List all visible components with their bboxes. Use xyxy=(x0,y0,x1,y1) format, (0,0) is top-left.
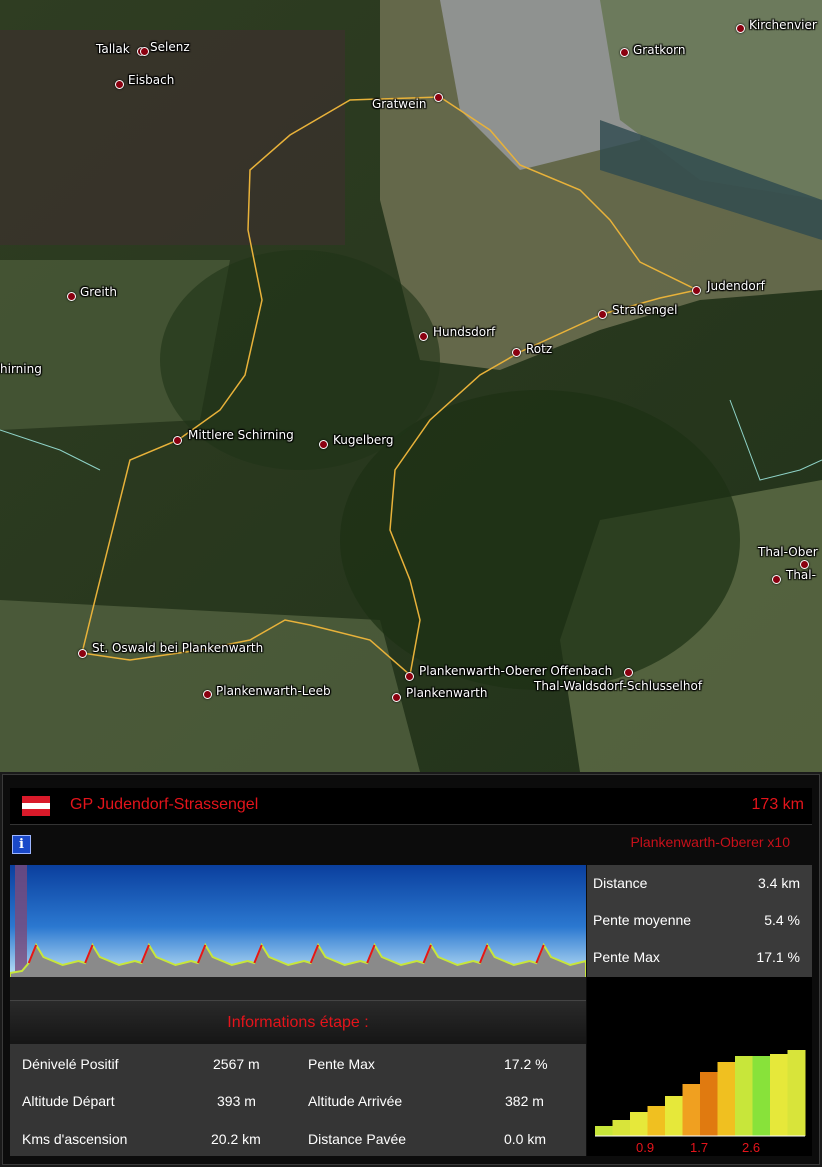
info-value: 2567 m xyxy=(213,1056,260,1072)
map-imagery xyxy=(0,0,822,772)
mini-profile-bar xyxy=(647,1106,666,1136)
climb-mini-profile: 0.9 1.7 2.6 xyxy=(587,977,812,1156)
info-label: Altitude Départ xyxy=(22,1093,115,1109)
title-bar: GP Judendorf-Strassengel 173 km xyxy=(10,788,812,825)
place-label-plankenwarth-oberer-offenbach[interactable]: Plankenwarth-Oberer Offenbach xyxy=(419,664,612,678)
info-value: 393 m xyxy=(217,1093,256,1109)
stat-pente-max: Pente Max 17.1 % xyxy=(587,939,812,976)
place-label-plankenwarth[interactable]: Plankenwarth xyxy=(406,686,487,700)
mini-profile-bar xyxy=(612,1120,631,1136)
place-label-schirning[interactable]: hirning xyxy=(0,362,42,376)
place-dot[interactable] xyxy=(620,48,629,57)
place-dot[interactable] xyxy=(203,690,212,699)
climb-stats: Distance 3.4 km Pente moyenne 5.4 % Pent… xyxy=(587,865,812,977)
place-label-thal-waldsdorf[interactable]: Thal-Waldsdorf-Schlusselhof xyxy=(534,679,702,693)
info-label: Altitude Arrivée xyxy=(308,1093,403,1109)
stage-info-title: Informations étape : xyxy=(227,1014,369,1031)
stat-value: 5.4 % xyxy=(764,912,800,928)
place-label-rotz[interactable]: Rotz xyxy=(526,342,552,356)
place-dot[interactable] xyxy=(392,693,401,702)
mini-tick-label: 1.7 xyxy=(690,1140,709,1155)
climb-name: Plankenwarth-Oberer x10 xyxy=(630,834,790,850)
stage-profile xyxy=(9,865,587,1000)
info-value: 17.2 % xyxy=(504,1056,548,1072)
stat-value: 3.4 km xyxy=(757,875,800,891)
place-label-tallak[interactable]: Tallak xyxy=(96,42,130,56)
place-dot[interactable] xyxy=(736,24,745,33)
place-dot[interactable] xyxy=(624,668,633,677)
mini-profile-bar xyxy=(770,1054,788,1136)
stage-info-header: Informations étape : xyxy=(10,1000,586,1045)
mini-tick-label: 2.6 xyxy=(742,1140,761,1155)
place-dot[interactable] xyxy=(598,310,607,319)
mini-profile-bar xyxy=(595,1126,613,1136)
mini-profile-bar xyxy=(700,1072,718,1136)
place-label-strassengel[interactable]: Straßengel xyxy=(612,303,678,317)
place-label-kugelberg[interactable]: Kugelberg xyxy=(333,433,394,447)
stat-value: 17.1 % xyxy=(756,949,800,965)
stage-profile-graph xyxy=(9,865,587,1000)
place-dot[interactable] xyxy=(692,286,701,295)
place-dot[interactable] xyxy=(115,80,124,89)
climb-mini-profile-graph xyxy=(595,1050,806,1137)
flag-stripe-bottom xyxy=(22,809,50,816)
place-dot[interactable] xyxy=(419,332,428,341)
info-value: 382 m xyxy=(505,1093,544,1109)
mini-profile-bar xyxy=(717,1062,736,1136)
mini-profile-bar xyxy=(630,1112,648,1136)
place-label-st-oswald[interactable]: St. Oswald bei Plankenwarth xyxy=(92,641,263,655)
stat-distance: Distance 3.4 km xyxy=(587,865,812,902)
race-distance: 173 km xyxy=(751,796,804,813)
place-label-gratkorn[interactable]: Gratkorn xyxy=(633,43,685,57)
info-label: Dénivelé Positif xyxy=(22,1056,119,1072)
place-dot[interactable] xyxy=(319,440,328,449)
stat-pente-moyenne: Pente moyenne 5.4 % xyxy=(587,902,812,939)
place-dot[interactable] xyxy=(512,348,521,357)
info-value: 0.0 km xyxy=(504,1131,547,1147)
mini-profile-bar xyxy=(752,1056,771,1136)
place-label-eisbach[interactable]: Eisbach xyxy=(128,73,174,87)
stage-info-grid: Dénivelé Positif 2567 m Pente Max 17.2 %… xyxy=(10,1044,586,1156)
flag-stripe-middle xyxy=(22,802,50,810)
satellite-map[interactable]: Tallak Selenz Eisbach Gratwein Gratkorn … xyxy=(0,0,822,772)
race-title: GP Judendorf-Strassengel xyxy=(70,796,259,813)
flag-stripe-top xyxy=(22,796,50,803)
stage-panel: GP Judendorf-Strassengel 173 km i Planke… xyxy=(0,772,822,1167)
mini-profile-bar xyxy=(665,1096,683,1136)
place-dot[interactable] xyxy=(140,47,149,56)
austria-flag-icon xyxy=(22,796,50,816)
place-dot[interactable] xyxy=(772,575,781,584)
mini-profile-bar xyxy=(682,1084,701,1136)
place-label-judendorf[interactable]: Judendorf xyxy=(707,279,765,293)
info-label: Distance Pavée xyxy=(308,1131,407,1147)
place-dot[interactable] xyxy=(67,292,76,301)
place-label-gratwein[interactable]: Gratwein xyxy=(372,97,426,111)
place-dot[interactable] xyxy=(405,672,414,681)
place-label-greith[interactable]: Greith xyxy=(80,285,117,299)
mini-profile-bar xyxy=(787,1050,806,1136)
place-label-thal-ober[interactable]: Thal-Ober xyxy=(758,545,818,559)
mini-profile-bar xyxy=(735,1056,753,1136)
place-dot[interactable] xyxy=(78,649,87,658)
place-label-plankenwarth-leeb[interactable]: Plankenwarth-Leeb xyxy=(216,684,331,698)
place-dot[interactable] xyxy=(173,436,182,445)
mini-tick-label: 0.9 xyxy=(636,1140,655,1155)
place-label-thal[interactable]: Thal- xyxy=(786,568,816,582)
info-icon[interactable]: i xyxy=(12,835,31,854)
place-label-mittlere-schirning[interactable]: Mittlere Schirning xyxy=(188,428,294,442)
place-label-hundsdorf[interactable]: Hundsdorf xyxy=(433,325,495,339)
info-label: Pente Max xyxy=(308,1056,375,1072)
info-label: Kms d'ascension xyxy=(22,1131,128,1147)
place-label-kirchenvier[interactable]: Kirchenvier xyxy=(749,18,817,32)
stat-label: Distance xyxy=(593,875,648,891)
place-dot[interactable] xyxy=(434,93,443,102)
info-value: 20.2 km xyxy=(211,1131,261,1147)
place-label-selenz[interactable]: Selenz xyxy=(150,40,190,54)
stat-label: Pente moyenne xyxy=(593,912,692,928)
stat-label: Pente Max xyxy=(593,949,660,965)
